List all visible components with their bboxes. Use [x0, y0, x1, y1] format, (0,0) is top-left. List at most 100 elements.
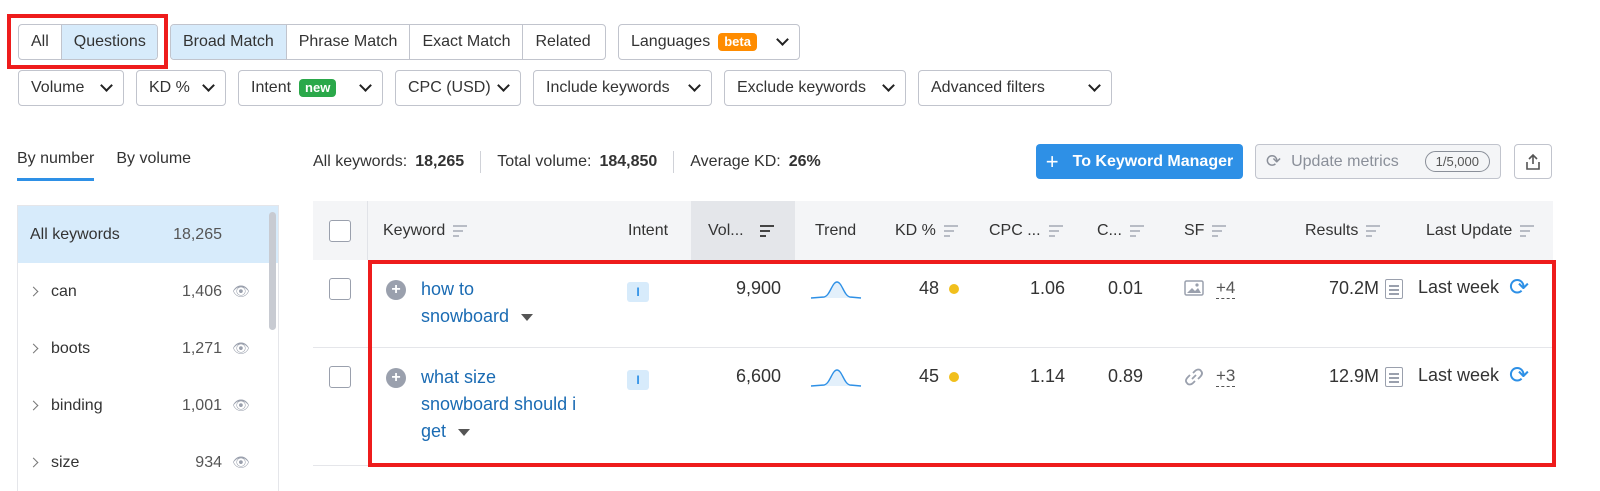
toggle-all[interactable]: All [19, 25, 62, 59]
intent-filter[interactable]: Intent new [238, 70, 383, 106]
refresh-icon[interactable]: ⟳ [1509, 362, 1529, 389]
sort-icon [453, 224, 468, 237]
update-metrics-label: Update metrics [1291, 152, 1399, 170]
divider [480, 151, 482, 173]
toggle-questions[interactable]: Questions [61, 25, 157, 59]
chevron-down-icon [202, 79, 215, 92]
eye-icon[interactable]: 👁 [232, 397, 250, 414]
tab-phrase-match[interactable]: Phrase Match [287, 25, 411, 59]
exclude-keywords-filter[interactable]: Exclude keywords [724, 70, 906, 106]
table-row[interactable]: + what size snowboard should i get I 6,6… [313, 348, 1553, 466]
chevron-right-icon[interactable] [28, 286, 39, 297]
total-volume-value: 184,850 [599, 153, 658, 170]
chevron-right-icon[interactable] [28, 343, 39, 354]
col-serp-features[interactable]: SF [1184, 201, 1227, 260]
group-size[interactable]: size 934 👁 [18, 434, 278, 491]
export-button[interactable] [1514, 144, 1552, 179]
col-competition-label: C... [1097, 221, 1122, 239]
tab-broad-match[interactable]: Broad Match [171, 25, 287, 59]
col-last-update[interactable]: Last Update [1426, 201, 1535, 260]
group-all-keywords[interactable]: All keywords 18,265 [18, 206, 278, 263]
chevron-down-icon [1088, 79, 1101, 92]
select-all-checkbox[interactable] [329, 219, 351, 242]
col-cpc[interactable]: CPC ... [989, 201, 1063, 260]
export-icon [1526, 153, 1540, 170]
tab-related[interactable]: Related [523, 25, 602, 59]
row-checkbox[interactable] [329, 278, 351, 300]
col-kd-label: KD % [895, 221, 936, 239]
keyword-manager-label: To Keyword Manager [1072, 152, 1234, 170]
refresh-icon[interactable]: ⟳ [1509, 274, 1529, 301]
tab-by-number[interactable]: By number [17, 150, 95, 181]
col-last-update-label: Last Update [1426, 221, 1513, 239]
col-intent[interactable]: Intent [628, 201, 668, 260]
chevron-down-icon [776, 33, 789, 46]
group-count: 18,265 [173, 225, 222, 243]
new-badge: new [299, 79, 337, 97]
kd-filter[interactable]: KD % [136, 70, 226, 106]
group-label: binding [51, 396, 103, 414]
advanced-filters-label: Advanced filters [931, 79, 1045, 96]
table-row[interactable]: + how to snowboard I 9,900 48 1.06 0.01 [313, 260, 1553, 348]
group-label: size [51, 453, 80, 471]
col-volume[interactable]: Vol... [691, 201, 795, 260]
group-can[interactable]: can 1,406 👁 [18, 263, 278, 320]
sort-icon [1212, 224, 1227, 237]
chevron-down-icon [882, 79, 895, 92]
plus-icon: + [1045, 148, 1059, 174]
keyword-link[interactable]: what size snowboard should i get [421, 364, 576, 445]
add-keyword-icon[interactable]: + [386, 280, 406, 300]
tab-exact-match[interactable]: Exact Match [410, 25, 524, 59]
languages-dropdown[interactable]: Languages beta [618, 24, 800, 60]
kd-difficulty-dot [949, 284, 959, 295]
serp-features-more[interactable]: +3 [1216, 366, 1236, 387]
kd-filter-label: KD % [149, 79, 190, 96]
col-trend[interactable]: Trend [815, 201, 856, 260]
chevron-down-icon [688, 79, 701, 92]
cpc-filter[interactable]: CPC (USD) [395, 70, 521, 106]
col-keyword[interactable]: Keyword [383, 201, 468, 260]
to-keyword-manager-button[interactable]: + To Keyword Manager [1036, 144, 1243, 179]
kd-value: 45 [887, 366, 959, 387]
group-boots[interactable]: boots 1,271 👁 [18, 320, 278, 377]
last-update-cell: Last week ⟳ [1418, 276, 1529, 300]
col-kd[interactable]: KD % [895, 201, 958, 260]
volume-value: 6,600 [735, 366, 781, 386]
caret-down-icon[interactable] [521, 313, 534, 321]
add-keyword-icon[interactable]: + [386, 368, 406, 388]
sort-icon [1129, 224, 1144, 237]
col-competition[interactable]: C... [1097, 201, 1144, 260]
serp-document-icon[interactable] [1385, 367, 1403, 388]
tab-by-volume[interactable]: By volume [116, 150, 191, 181]
keyword-link[interactable]: how to snowboard [421, 276, 534, 330]
group-binding[interactable]: binding 1,001 👁 [18, 377, 278, 434]
average-kd-value: 26% [788, 153, 821, 170]
include-keywords-label: Include keywords [546, 79, 670, 96]
caret-down-icon[interactable] [458, 428, 471, 436]
match-type-tabs: Broad Match Phrase Match Exact Match Rel… [170, 24, 606, 60]
update-metrics-button[interactable]: ⟳ Update metrics 1/5,000 [1255, 144, 1501, 179]
trend-sparkline [810, 281, 862, 299]
include-keywords-filter[interactable]: Include keywords [533, 70, 712, 106]
col-sf-label: SF [1184, 221, 1205, 239]
keyword-line: snowboard [421, 303, 534, 330]
row-checkbox[interactable] [329, 366, 351, 388]
col-results[interactable]: Results [1305, 201, 1381, 260]
eye-icon[interactable]: 👁 [232, 454, 250, 471]
all-keywords-value: 18,265 [415, 153, 465, 170]
serp-document-icon[interactable] [1385, 279, 1403, 300]
eye-icon[interactable]: 👁 [232, 283, 250, 300]
kd-difficulty-dot [949, 372, 959, 383]
volume-filter[interactable]: Volume [18, 70, 124, 106]
chevron-right-icon[interactable] [28, 400, 39, 411]
keyword-line: get [421, 418, 576, 445]
sidebar-scrollbar[interactable] [269, 212, 276, 330]
col-cpc-label: CPC ... [989, 221, 1041, 239]
chevron-right-icon[interactable] [28, 457, 39, 468]
col-results-label: Results [1305, 221, 1359, 239]
eye-icon[interactable]: 👁 [232, 340, 250, 357]
group-count: 1,001 [181, 396, 222, 414]
exclude-keywords-label: Exclude keywords [737, 79, 866, 96]
advanced-filters[interactable]: Advanced filters [918, 70, 1112, 106]
serp-features-more[interactable]: +4 [1216, 278, 1236, 299]
